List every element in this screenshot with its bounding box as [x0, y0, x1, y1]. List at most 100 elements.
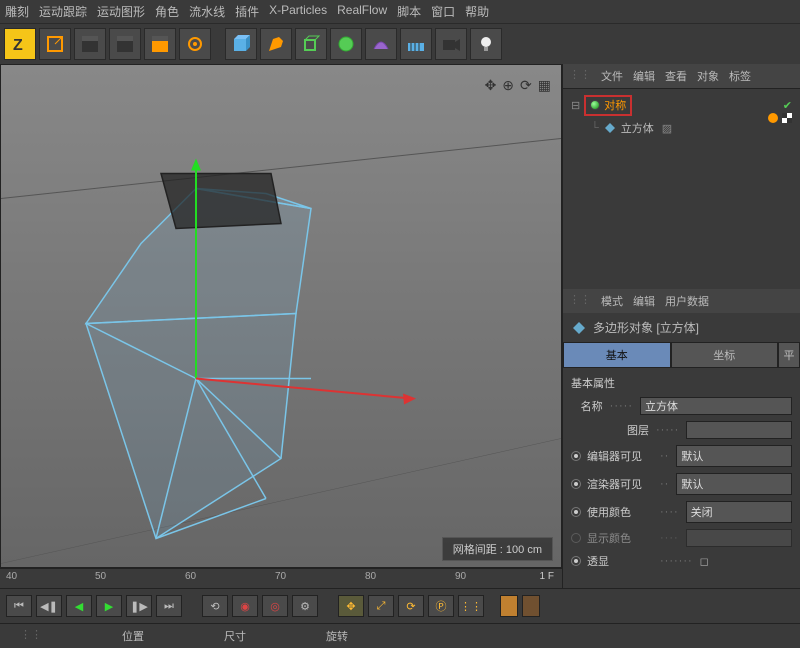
scale-tool-button[interactable]: ⤢ [368, 595, 394, 617]
viewport-nav-icons: ✥ ⊕ ⟳ ▦ [485, 77, 551, 94]
menu-plugins[interactable]: 插件 [235, 3, 259, 20]
attr-color-select[interactable]: 关闭 [686, 501, 792, 523]
tab-phong[interactable]: 平 [778, 342, 800, 368]
marker2-icon[interactable] [522, 595, 540, 617]
ruler-tick: 40 [6, 571, 17, 582]
radio-icon[interactable] [571, 507, 581, 517]
attr-tab-userdata[interactable]: 用户数据 [665, 293, 709, 309]
object-tree[interactable]: ⊟ 对称 ✔ └ 立方体 ▨ [563, 89, 800, 289]
nav-rotate-icon[interactable]: ⟳ [520, 77, 532, 94]
tool-axis[interactable] [39, 28, 71, 60]
radio-icon[interactable] [571, 451, 581, 461]
attr-editor-label: 编辑器可见 [587, 448, 653, 464]
menu-xparticles[interactable]: X-Particles [269, 3, 327, 20]
section-title: 基本属性 [571, 372, 792, 394]
tab-basic[interactable]: 基本 [563, 342, 671, 368]
viewport-area: ✥ ⊕ ⟳ ▦ 网格间距 : 100 cm 40 50 60 70 80 90 … [0, 64, 562, 588]
nav-views-icon[interactable]: ▦ [538, 77, 551, 94]
tab-size[interactable]: 尺寸 [224, 628, 246, 644]
wireframe-icon [1, 65, 561, 567]
object-panel-tabs: ⋮⋮ 文件 编辑 查看 对象 标签 [563, 64, 800, 89]
loop-button[interactable]: ⟲ [202, 595, 228, 617]
dot-icon [768, 113, 778, 123]
param-tool-button[interactable]: Ⓟ [428, 595, 454, 617]
attr-tab-mode[interactable]: 模式 [601, 293, 623, 309]
tool-pen[interactable] [260, 28, 292, 60]
step-forward-button[interactable]: ❚▶ [126, 595, 152, 617]
radio-icon[interactable] [571, 556, 581, 566]
tab-object[interactable]: 对象 [697, 68, 719, 84]
attr-dispcolor-row: 显示颜色···· [571, 526, 792, 550]
tab-coord[interactable]: 坐标 [671, 342, 779, 368]
tool-camera[interactable] [435, 28, 467, 60]
goto-start-button[interactable]: ⏮ [6, 595, 32, 617]
tool-purple-arc[interactable] [365, 28, 397, 60]
tool-gear[interactable] [179, 28, 211, 60]
key-button[interactable]: ◉ [232, 595, 258, 617]
tab-rotation[interactable]: 旋转 [326, 628, 348, 644]
attr-tab-edit[interactable]: 编辑 [633, 293, 655, 309]
step-back-button[interactable]: ◀❚ [36, 595, 62, 617]
nav-move-icon[interactable]: ✥ [485, 77, 497, 94]
attr-name-row: 名称····· [571, 394, 792, 418]
nav-zoom-icon[interactable]: ⊕ [502, 77, 514, 94]
tab-position[interactable]: 位置 [122, 628, 144, 644]
tab-file[interactable]: 文件 [601, 68, 623, 84]
polygon-icon [571, 320, 587, 336]
tool-undo[interactable]: Z [4, 28, 36, 60]
play-back-button[interactable]: ◀ [66, 595, 92, 617]
play-forward-button[interactable]: ▶ [96, 595, 122, 617]
menu-motion-track[interactable]: 运动跟踪 [39, 3, 87, 20]
tool-clap1[interactable] [74, 28, 106, 60]
svg-text:Z: Z [13, 37, 23, 54]
checkbox-icon[interactable]: ◻ [700, 555, 709, 568]
menu-window[interactable]: 窗口 [431, 3, 455, 20]
tool-floor[interactable] [400, 28, 432, 60]
radio-icon[interactable] [571, 479, 581, 489]
attr-basic-section: 基本属性 名称····· 图层····· 编辑器可见·· 默认 渲染器可见·· [563, 368, 800, 576]
move-tool-button[interactable]: ✥ [338, 595, 364, 617]
goto-end-button[interactable]: ⏭ [156, 595, 182, 617]
ruler-tick: 50 [95, 571, 106, 582]
tool-clap3[interactable] [144, 28, 176, 60]
menu-character[interactable]: 角色 [155, 3, 179, 20]
tool-clap2[interactable] [109, 28, 141, 60]
attr-name-input[interactable] [640, 397, 792, 415]
tree-item-symmetry[interactable]: ⊟ 对称 ✔ [567, 93, 796, 118]
tool-green-sphere[interactable] [330, 28, 362, 60]
radio-icon[interactable] [571, 533, 581, 543]
viewport[interactable]: ✥ ⊕ ⟳ ▦ 网格间距 : 100 cm [0, 64, 562, 568]
attr-layer-label: 图层 [571, 422, 649, 438]
ruler-tick: 60 [185, 571, 196, 582]
tool-green-cube[interactable] [295, 28, 327, 60]
tool-light[interactable] [470, 28, 502, 60]
toolbar: Z [0, 23, 800, 64]
grid-spacing-label: 网格间距 : 100 cm [442, 537, 553, 561]
tab-edit[interactable]: 编辑 [633, 68, 655, 84]
attr-layer-row: 图层····· [571, 418, 792, 442]
autokey-button[interactable]: ◎ [262, 595, 288, 617]
coordinate-tabs: ⋮⋮ 位置 尺寸 旋转 [0, 623, 800, 648]
pla-tool-button[interactable]: ⋮⋮ [458, 595, 484, 617]
tab-tags[interactable]: 标签 [729, 68, 751, 84]
keyframe-options-button[interactable]: ⚙ [292, 595, 318, 617]
menu-help[interactable]: 帮助 [465, 3, 489, 20]
tree-item-cube[interactable]: └ 立方体 ▨ [567, 118, 796, 138]
tab-view[interactable]: 查看 [665, 68, 687, 84]
rotate-tool-button[interactable]: ⟳ [398, 595, 424, 617]
marker1-icon[interactable] [500, 595, 518, 617]
menu-mograph[interactable]: 运动图形 [97, 3, 145, 20]
attr-trans-label: 透显 [587, 553, 653, 569]
attr-panel-tabs: ⋮⋮ 模式 编辑 用户数据 [563, 289, 800, 313]
menu-pipeline[interactable]: 流水线 [189, 3, 225, 20]
menu-realflow[interactable]: RealFlow [337, 3, 387, 20]
tool-cube[interactable] [225, 28, 257, 60]
attr-editor-select[interactable]: 默认 [676, 445, 792, 467]
attr-dispcolor-swatch[interactable] [686, 529, 792, 547]
menu-sculpt[interactable]: 雕刻 [5, 3, 29, 20]
attr-layer-input[interactable] [686, 421, 792, 439]
menu-script[interactable]: 脚本 [397, 3, 421, 20]
attr-render-select[interactable]: 默认 [676, 473, 792, 495]
timeline-ruler[interactable]: 40 50 60 70 80 90 1 F [0, 568, 562, 588]
attr-dispcolor-label: 显示颜色 [587, 530, 653, 546]
